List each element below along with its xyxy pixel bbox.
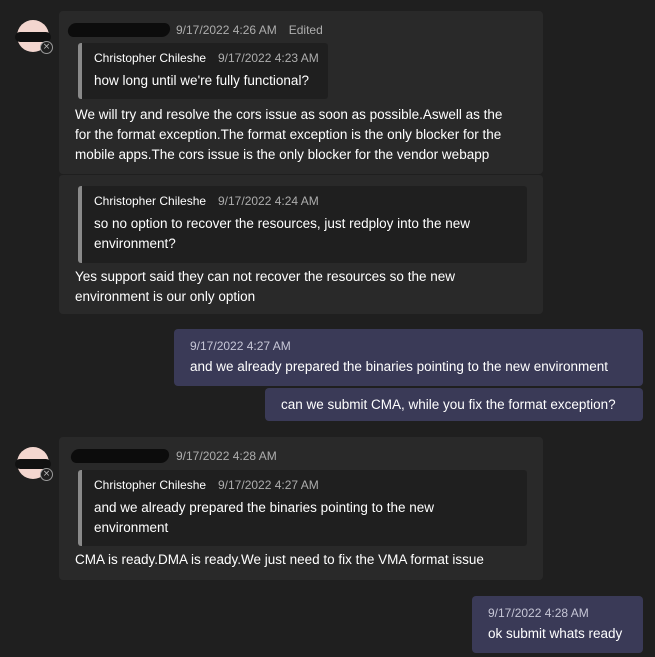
- quote-line: environment?: [94, 236, 176, 251]
- message-text: CMA is ready.DMA is ready.We just need t…: [75, 552, 484, 567]
- message-line: for the format exception.The format exce…: [75, 127, 502, 142]
- message-text: and we already prepared the binaries poi…: [190, 359, 609, 374]
- quote-timestamp: 9/17/2022 4:23 AM: [218, 51, 319, 65]
- avatar[interactable]: ×: [15, 447, 53, 481]
- offline-x-icon: ×: [40, 41, 53, 54]
- timestamp-text: 9/17/2022 4:26 AM: [176, 23, 277, 37]
- quoted-message[interactable]: Christopher Chileshe 9/17/2022 4:23 AM h…: [78, 43, 328, 99]
- message-line: We will try and resolve the cors issue a…: [75, 107, 503, 122]
- message-timestamp: 9/17/2022 4:27 AM: [190, 339, 291, 353]
- quoted-message[interactable]: Christopher Chileshe 9/17/2022 4:27 AM a…: [78, 470, 527, 546]
- message-line: Yes support said they can not recover th…: [75, 269, 455, 284]
- message-card[interactable]: Christopher Chileshe 9/17/2022 4:24 AM s…: [59, 174, 543, 314]
- message-line: environment is our only option: [75, 289, 256, 304]
- message-line: mobile apps.The cors issue is the only b…: [75, 147, 490, 162]
- timestamp-text: 9/17/2022 4:28 AM: [176, 449, 277, 463]
- message-text: Yes support said they can not recover th…: [75, 267, 455, 307]
- quoted-message[interactable]: Christopher Chileshe 9/17/2022 4:24 AM s…: [78, 186, 527, 263]
- quote-author: Christopher Chileshe: [94, 51, 207, 65]
- message-text: can we submit CMA, while you fix the for…: [281, 397, 616, 412]
- message-text: We will try and resolve the cors issue a…: [75, 105, 502, 165]
- message-timestamp: 9/17/2022 4:28 AM: [176, 449, 277, 463]
- outgoing-message[interactable]: can we submit CMA, while you fix the for…: [265, 388, 643, 421]
- quote-timestamp: 9/17/2022 4:24 AM: [218, 194, 319, 208]
- sender-name-redacted: [69, 449, 171, 463]
- edited-label: Edited: [288, 23, 323, 37]
- avatar[interactable]: ×: [15, 20, 53, 54]
- quote-text: how long until we're fully functional?: [94, 73, 309, 88]
- message-card[interactable]: 9/17/2022 4:28 AM Christopher Chileshe 9…: [59, 437, 543, 580]
- sender-name-redacted: [66, 23, 172, 37]
- quote-author: Christopher Chileshe: [94, 478, 207, 492]
- message-timestamp: 9/17/2022 4:26 AM Edited: [176, 23, 323, 37]
- quote-text: so no option to recover the resources, j…: [94, 214, 470, 254]
- quote-line: and we already prepared the binaries poi…: [94, 500, 434, 515]
- quote-text: and we already prepared the binaries poi…: [94, 498, 434, 538]
- quote-timestamp: 9/17/2022 4:27 AM: [218, 478, 319, 492]
- quote-line: so no option to recover the resources, j…: [94, 216, 470, 231]
- message-timestamp: 9/17/2022 4:28 AM: [488, 606, 589, 620]
- message-card[interactable]: 9/17/2022 4:26 AM Edited Christopher Chil…: [59, 11, 543, 174]
- quote-line: environment: [94, 520, 169, 535]
- outgoing-message[interactable]: 9/17/2022 4:27 AM and we already prepare…: [174, 329, 643, 386]
- message-text: ok submit whats ready: [488, 626, 623, 641]
- offline-x-icon: ×: [40, 468, 53, 481]
- outgoing-message[interactable]: 9/17/2022 4:28 AM ok submit whats ready: [472, 596, 643, 653]
- quote-author: Christopher Chileshe: [94, 194, 207, 208]
